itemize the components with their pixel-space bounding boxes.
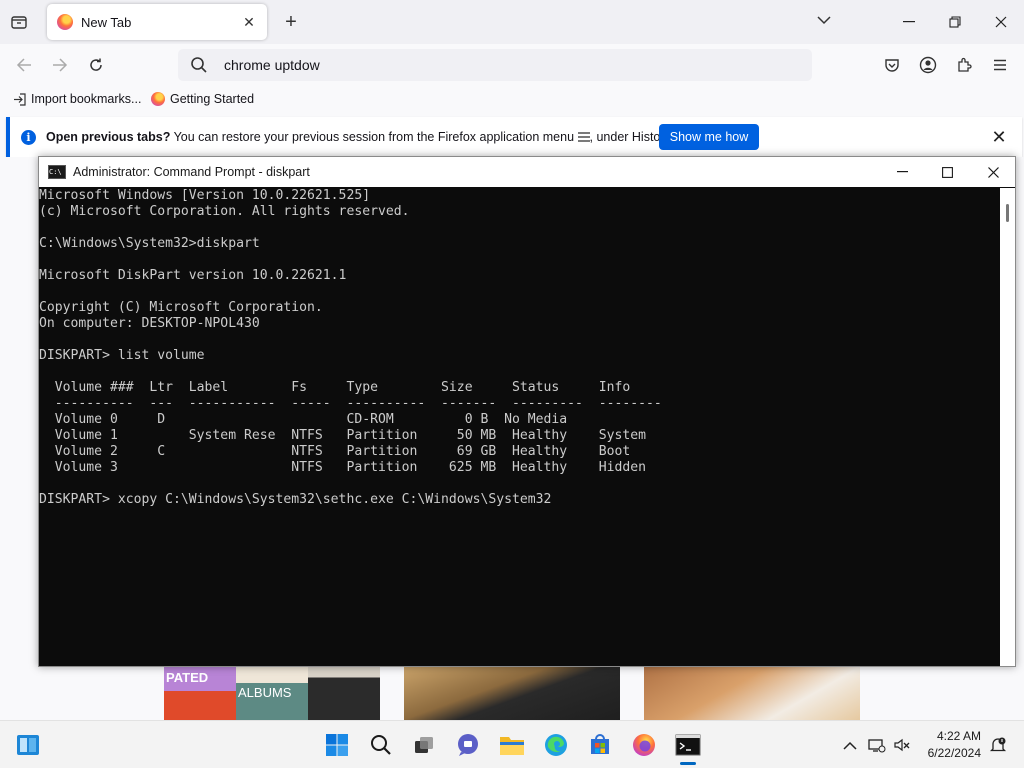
extensions-icon[interactable] — [953, 54, 975, 76]
close-notification-icon[interactable]: ✕ — [988, 126, 1010, 148]
pocket-icon[interactable] — [881, 54, 903, 76]
network-icon[interactable] — [863, 731, 891, 759]
hamburger-menu-icon — [577, 130, 590, 144]
console-line: DISKPART> xcopy C:\Windows\System32\seth… — [39, 492, 552, 507]
start-icon[interactable] — [323, 731, 351, 759]
navigation-toolbar — [0, 44, 1024, 86]
back-icon[interactable] — [13, 54, 35, 76]
restore-session-notification: i Open previous tabs? You can restore yo… — [6, 117, 1022, 157]
close-window-icon[interactable] — [971, 159, 1015, 185]
console-line: Copyright (C) Microsoft Corporation. — [39, 300, 323, 315]
minimize-icon[interactable] — [895, 8, 923, 36]
tab-strip: New Tab ✕ + — [0, 0, 1024, 44]
story-tile-food[interactable] — [644, 667, 860, 720]
notification-icon[interactable] — [984, 731, 1012, 759]
search-icon[interactable] — [367, 731, 395, 759]
tile-text: PATED — [166, 670, 209, 685]
maximize-icon[interactable] — [925, 159, 969, 185]
console-line: DISKPART> list volume — [39, 348, 205, 363]
story-tile-credit-card[interactable] — [404, 667, 620, 720]
cmd-icon[interactable] — [674, 731, 702, 759]
console-line: ---------- --- ----------- ----- -------… — [39, 396, 662, 411]
file-explorer-icon[interactable] — [498, 731, 526, 759]
console-line: On computer: DESKTOP-NPOL430 — [39, 316, 260, 331]
cmd-title-bar[interactable]: C:\ Administrator: Command Prompt - disk… — [39, 157, 1015, 187]
clock[interactable]: 4:22 AM 6/22/2024 — [928, 728, 981, 762]
firefox-icon — [57, 14, 73, 30]
chat-icon[interactable] — [454, 731, 482, 759]
menu-icon[interactable] — [989, 54, 1011, 76]
cmd-window-title: Administrator: Command Prompt - diskpart — [73, 165, 310, 179]
bookmarks-toolbar: Import bookmarks... Getting Started — [0, 86, 1024, 112]
chevron-down-icon[interactable] — [816, 13, 836, 31]
console-line: Volume 1 System Rese NTFS Partition 50 M… — [39, 428, 646, 443]
notification-bold-text: Open previous tabs? — [46, 130, 171, 144]
widgets-icon[interactable] — [14, 731, 42, 759]
tab-title: New Tab — [81, 14, 132, 30]
close-tab-icon[interactable]: ✕ — [239, 12, 259, 32]
console-line: Microsoft Windows [Version 10.0.22621.52… — [39, 188, 371, 203]
restore-icon[interactable] — [941, 8, 969, 36]
taskbar: 4:22 AM 6/22/2024 — [0, 720, 1024, 768]
close-window-icon[interactable] — [987, 8, 1015, 36]
console-line: Microsoft DiskPart version 10.0.22621.1 — [39, 268, 347, 283]
bookmark-label: Import bookmarks... — [31, 92, 142, 106]
notification-message: Open previous tabs? You can restore your… — [46, 130, 673, 144]
command-prompt-window[interactable]: C:\ Administrator: Command Prompt - disk… — [38, 156, 1016, 667]
task-view-icon[interactable] — [410, 731, 438, 759]
tab-new-tab[interactable]: New Tab ✕ — [47, 4, 267, 40]
info-icon: i — [21, 129, 36, 145]
notification-text-a: You can restore your previous session fr… — [170, 130, 578, 144]
reload-icon[interactable] — [85, 54, 107, 76]
edge-icon[interactable] — [542, 731, 570, 759]
import-icon — [12, 92, 26, 106]
console-line: (c) Microsoft Corporation. All rights re… — [39, 204, 410, 219]
url-input[interactable] — [222, 56, 786, 74]
show-me-how-button[interactable]: Show me how — [659, 124, 759, 150]
console-line: Volume 3 NTFS Partition 625 MB Healthy H… — [39, 460, 646, 475]
chevron-up-icon[interactable] — [836, 731, 864, 759]
firefox-icon — [151, 92, 165, 106]
cmd-icon: C:\ — [48, 165, 66, 179]
clock-time: 4:22 AM — [936, 729, 981, 743]
console-line: Volume ### Ltr Label Fs Type Size Status… — [39, 380, 631, 395]
bookmark-getting-started[interactable]: Getting Started — [151, 90, 254, 108]
bookmark-label: Getting Started — [170, 92, 255, 106]
bookmark-import[interactable]: Import bookmarks... — [12, 90, 141, 108]
store-icon[interactable] — [586, 731, 614, 759]
scrollbar-thumb[interactable] — [1006, 204, 1009, 222]
forward-icon[interactable] — [49, 54, 71, 76]
console-line: Volume 2 C NTFS Partition 69 GB Healthy … — [39, 444, 631, 459]
tile-text: ALBUMS — [238, 685, 292, 700]
volume-muted-icon[interactable] — [888, 731, 916, 759]
console-scrollbar[interactable] — [1000, 188, 1015, 666]
running-indicator — [680, 762, 696, 765]
console-line: Volume 0 D CD-ROM 0 B No Media — [39, 412, 568, 427]
tab-list-icon[interactable] — [8, 11, 30, 33]
story-tile-music[interactable]: PATED ALBUMS — [164, 667, 380, 720]
minimize-icon[interactable] — [880, 159, 924, 185]
clock-date: 6/22/2024 — [927, 746, 981, 760]
firefox-icon[interactable] — [630, 731, 658, 759]
new-tab-button[interactable]: + — [280, 11, 302, 33]
url-bar[interactable] — [178, 49, 812, 81]
account-icon[interactable] — [917, 54, 939, 76]
console-line: C:\Windows\System32>diskpart — [39, 236, 260, 251]
search-icon — [190, 56, 208, 74]
console-output[interactable]: Microsoft Windows [Version 10.0.22621.52… — [39, 188, 999, 666]
